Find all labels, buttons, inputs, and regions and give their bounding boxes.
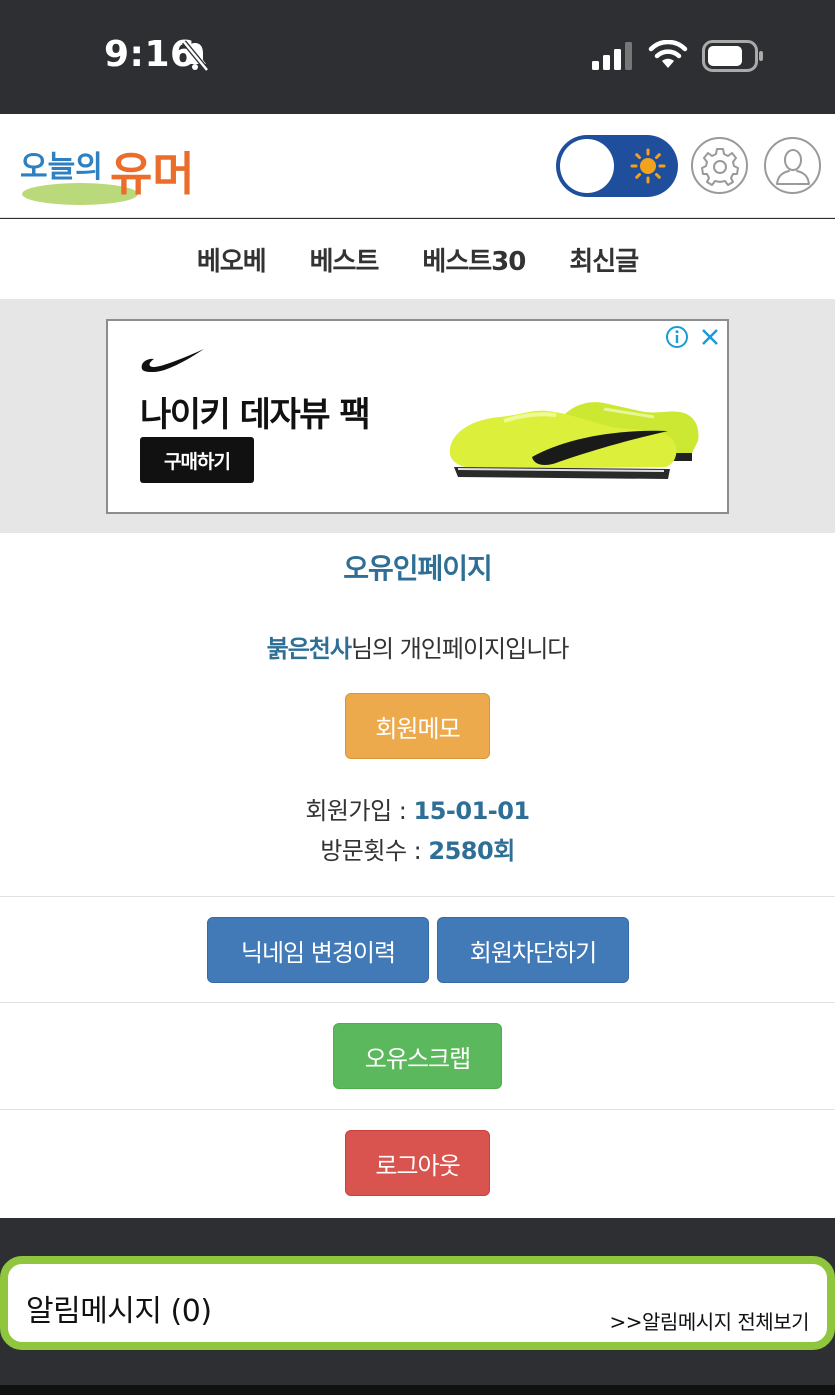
nav-item-latest[interactable]: 최신글: [569, 241, 639, 278]
ad-area: 나이키 데자뷰 팩 구매하기: [0, 299, 835, 533]
visit-count-line: 방문횟수 : 2580회: [0, 831, 835, 866]
wifi-icon: [648, 40, 688, 68]
profile-content: 오유인페이지 붉은천사님의 개인페이지입니다 회원메모 회원가입 : 15-01…: [0, 533, 835, 1218]
greeting-text: 붉은천사님의 개인페이지입니다: [0, 629, 835, 664]
join-value: 15-01-01: [413, 797, 531, 825]
svg-text:유머: 유머: [110, 147, 195, 201]
shoe-image: [449, 402, 699, 479]
nickname: 붉은천사: [266, 635, 352, 663]
bottom-strip: [0, 1385, 835, 1395]
notification-title[interactable]: 알림메시지 (0): [26, 1286, 212, 1330]
ad-banner[interactable]: 나이키 데자뷰 팩 구매하기: [106, 319, 729, 514]
ad-info-icon[interactable]: [665, 325, 689, 349]
site-header: 오늘의 유머: [0, 114, 835, 218]
ad-title: 나이키 데자뷰 팩: [140, 395, 371, 435]
greeting-suffix: 님의 개인페이지입니다: [350, 635, 569, 663]
divider: [0, 1109, 835, 1110]
toggle-knob: [560, 139, 614, 193]
gear-icon: [700, 147, 739, 186]
nav-item-best30[interactable]: 베스트30: [422, 241, 526, 278]
cellular-signal-icon: [592, 42, 632, 70]
scrap-button[interactable]: 오유스크랩: [333, 1023, 502, 1089]
join-date-line: 회원가입 : 15-01-01: [0, 791, 835, 826]
theme-toggle[interactable]: [556, 135, 678, 197]
sun-icon: [630, 148, 666, 184]
status-bar: 9:16: [0, 0, 835, 114]
main-nav: 베오베 베스트 베스트30 최신글: [0, 219, 835, 299]
site-logo[interactable]: 오늘의 유머: [18, 132, 203, 210]
visit-value: 2580회: [428, 837, 515, 865]
nav-item-best[interactable]: 베스트: [310, 241, 380, 278]
page-title: 오유인페이지: [343, 552, 493, 585]
nike-swoosh-icon: [141, 349, 204, 373]
nav-item-beobe[interactable]: 베오베: [197, 241, 267, 278]
profile-button[interactable]: [764, 137, 821, 194]
bell-muted-icon: [182, 40, 209, 72]
divider: [0, 896, 835, 897]
member-memo-button[interactable]: 회원메모: [345, 693, 490, 759]
svg-text:오늘의: 오늘의: [20, 150, 103, 185]
ad-buy-button[interactable]: 구매하기: [140, 437, 254, 483]
user-icon: [775, 148, 810, 185]
logout-button[interactable]: 로그아웃: [345, 1130, 490, 1196]
join-label: 회원가입 :: [305, 797, 414, 825]
ad-close-icon[interactable]: [699, 326, 721, 348]
battery-icon: [702, 40, 763, 72]
visit-label: 방문횟수 :: [320, 837, 429, 865]
notification-bar: 알림메시지 (0) >>알림메시지 전체보기: [0, 1256, 835, 1350]
block-member-button[interactable]: 회원차단하기: [437, 917, 629, 983]
nickname-history-button[interactable]: 닉네임 변경이력: [207, 917, 429, 983]
notification-view-all-link[interactable]: >>알림메시지 전체보기: [610, 1306, 810, 1335]
divider: [0, 1002, 835, 1003]
settings-button[interactable]: [691, 137, 748, 194]
